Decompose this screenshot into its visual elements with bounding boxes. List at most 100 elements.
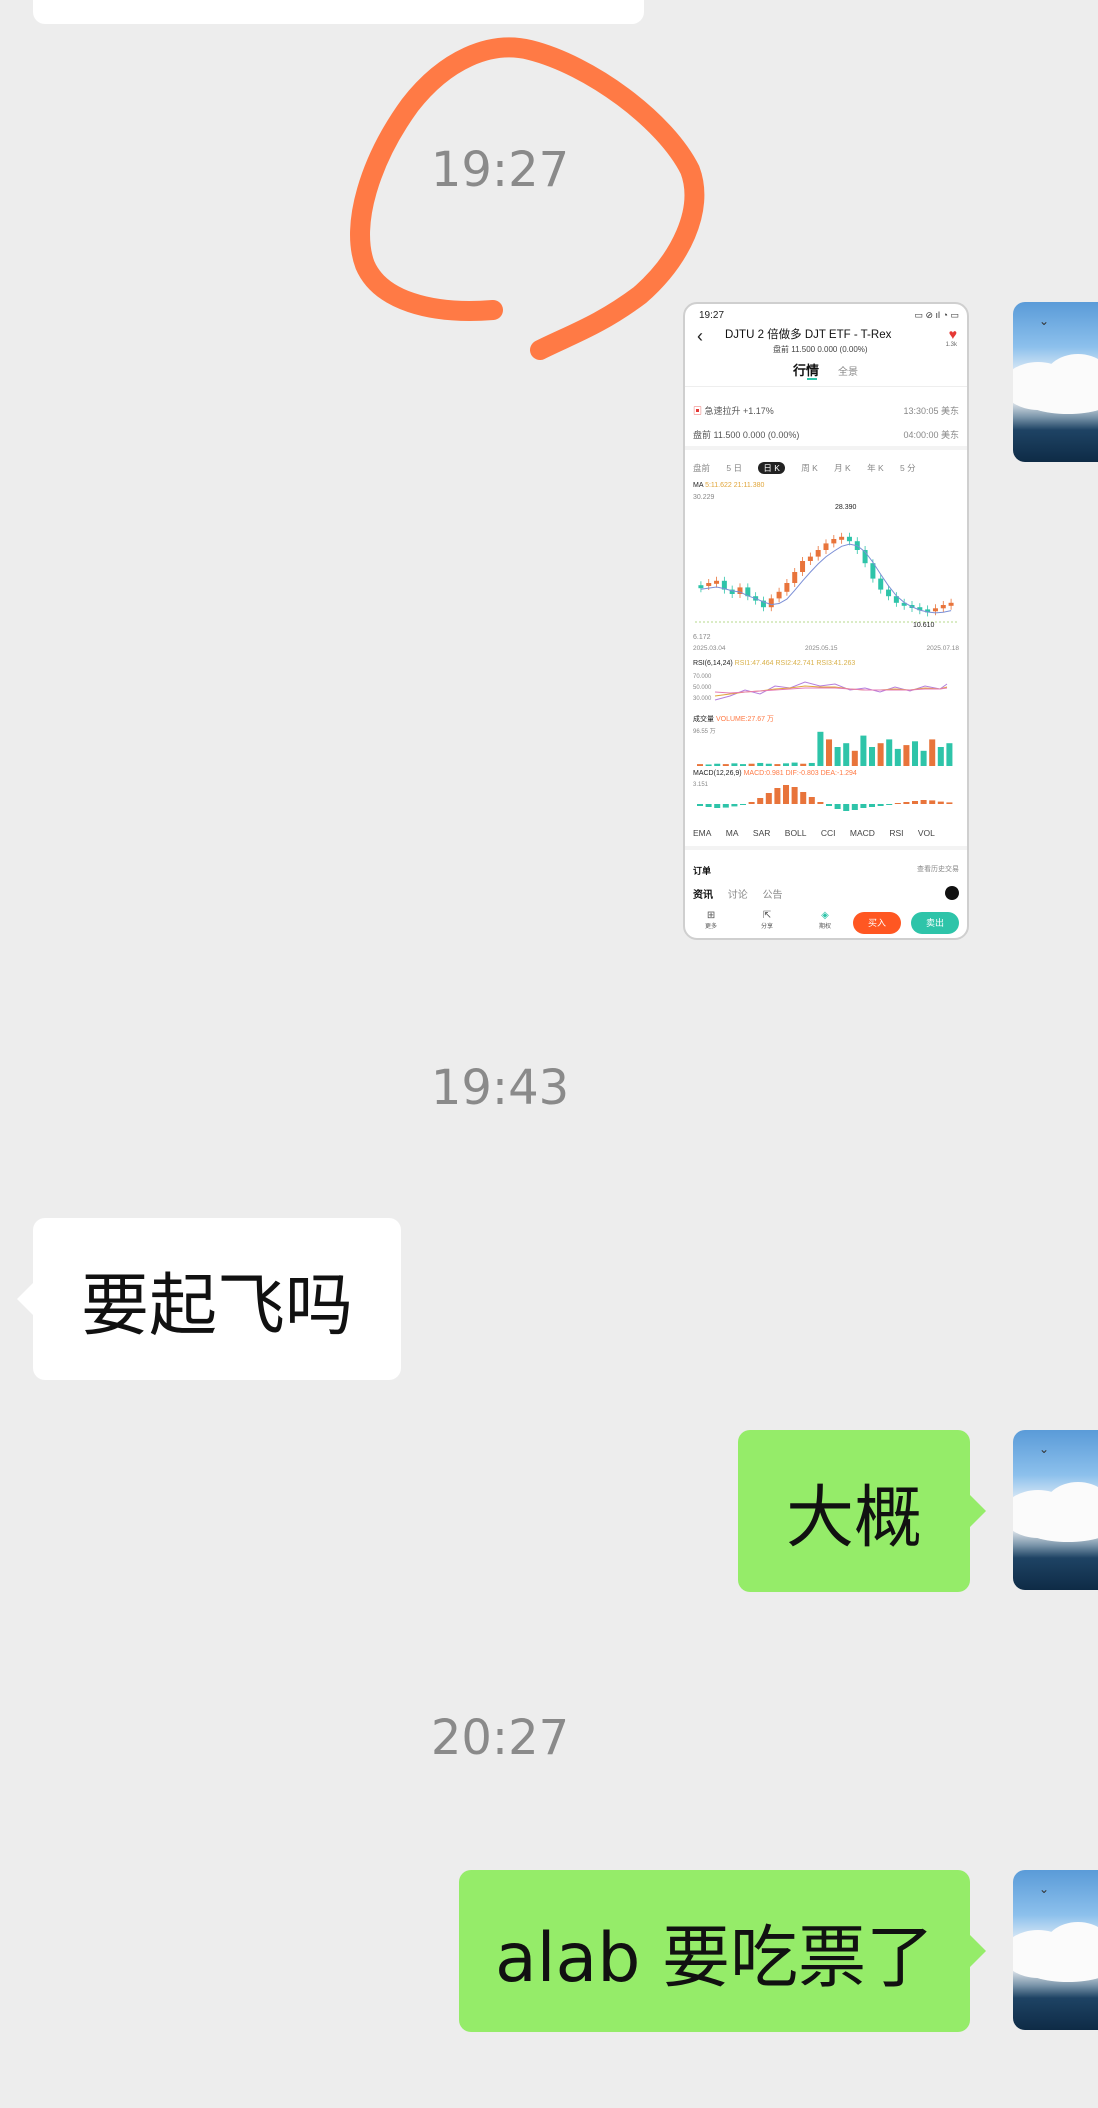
- orders-link[interactable]: 查看历史交易: [917, 864, 959, 874]
- premarket-text: 盘前 11.500 0.000 (0.00%): [693, 430, 800, 440]
- volume-bar: [714, 763, 721, 766]
- indicator-macd[interactable]: MACD: [850, 828, 875, 838]
- y-low-label: 6.172: [693, 634, 711, 641]
- volume-bar: [757, 762, 764, 766]
- volume-bar: [783, 763, 790, 766]
- period-tab-5min[interactable]: 5 分: [900, 463, 916, 473]
- premarket-row: 盘前 11.500 0.000 (0.00%) 04:00:00 美东: [693, 428, 959, 441]
- sell-button[interactable]: 卖出: [911, 912, 959, 934]
- volume-bar: [731, 763, 738, 766]
- heart-icon[interactable]: ♥: [949, 326, 957, 342]
- macd-bar: [946, 802, 953, 804]
- volume-bar: [894, 748, 901, 766]
- tab-news[interactable]: 资讯: [693, 890, 713, 901]
- stock-subtitle: 盘前 11.500 0.000 (0.00%): [773, 345, 868, 354]
- macd-bar: [714, 804, 721, 808]
- macd-bar: [860, 804, 867, 808]
- nav-more-label: 更多: [705, 924, 718, 930]
- candle: [878, 578, 884, 590]
- candle: [776, 591, 782, 599]
- macd-bar: [731, 804, 738, 807]
- message-bubble-incoming[interactable]: 要起飞吗: [17, 1218, 401, 1380]
- fav-count: 1.3k: [945, 342, 957, 348]
- status-bar: 19:27: [699, 310, 725, 321]
- macd-bar: [800, 792, 807, 804]
- period-tab-daily[interactable]: 日 K: [758, 462, 785, 474]
- bird-icon: ⌄: [1039, 314, 1050, 328]
- period-tab-5d[interactable]: 5 日: [726, 463, 742, 473]
- period-tab-monthly[interactable]: 月 K: [834, 463, 851, 473]
- rsi-chart: [714, 681, 948, 701]
- candle: [948, 602, 954, 606]
- volume-bar: [946, 743, 953, 766]
- volume-chart: [697, 731, 953, 766]
- volume-bar: [851, 750, 858, 766]
- message-bubble-outgoing[interactable]: 大概: [738, 1430, 986, 1592]
- avatar[interactable]: ⌄: [1013, 1870, 1098, 2030]
- message-bubble-outgoing[interactable]: alab 要吃票了: [459, 1870, 986, 2032]
- nav-options[interactable]: ◈ 期权: [819, 910, 831, 930]
- candle: [706, 583, 712, 586]
- rsi-row: RSI(6,14,24) RSI1:47.464 RSI2:42.741 RSI…: [693, 660, 959, 667]
- alert-row[interactable]: ▣ 急速拉升 +1.17% 13:30:05 美东: [693, 404, 959, 417]
- candle: [698, 585, 704, 589]
- period-tab-yearly[interactable]: 年 K: [867, 463, 884, 473]
- tab-quote-underline: [807, 378, 817, 380]
- alert-time: 13:30:05 美东: [903, 406, 959, 416]
- period-tab-premarket[interactable]: 盘前: [693, 463, 710, 473]
- ma-row: MA 5:11.622 21:11.380: [693, 482, 959, 489]
- candle: [823, 543, 829, 550]
- volume-bar: [800, 763, 807, 766]
- macd-bar: [912, 801, 919, 804]
- nav-more[interactable]: ⊞ 更多: [705, 910, 717, 930]
- candle: [831, 539, 837, 544]
- indicator-rsi[interactable]: RSI: [889, 828, 903, 838]
- stock-title: DJTU 2 倍做多 DJT ETF - T-Rex: [725, 329, 892, 341]
- tab-announcement[interactable]: 公告: [763, 890, 783, 901]
- stock-screenshot-image[interactable]: 19:27 ▭ ⊘ ıl ◔ ▭ ‹ DJTU 2 倍做多 DJT ETF - …: [683, 302, 969, 940]
- indicator-sar[interactable]: SAR: [753, 828, 770, 838]
- avatar[interactable]: ⌄: [1013, 302, 1098, 462]
- date-start: 2025.03.04: [693, 645, 726, 652]
- nav-share[interactable]: ⇱ 分享: [761, 910, 773, 930]
- indicator-ma[interactable]: MA: [726, 828, 739, 838]
- volume-bar: [791, 762, 798, 766]
- tab-quote[interactable]: 行情: [793, 360, 819, 379]
- bottom-nav: ⊞ 更多 ⇱ 分享 ◈ 期权 买入 卖出: [685, 908, 967, 938]
- alert-text: 急速拉升 +1.17%: [704, 406, 774, 416]
- timestamp: 19:43: [430, 1060, 570, 1116]
- nav-options-label: 期权: [819, 924, 832, 930]
- macd-bar: [757, 798, 764, 804]
- low-label: 10.610: [913, 622, 935, 629]
- volume-bar: [903, 745, 910, 766]
- indicator-vol[interactable]: VOL: [918, 828, 935, 838]
- macd-bar: [834, 804, 841, 809]
- period-tab-weekly[interactable]: 周 K: [801, 463, 818, 473]
- macd-bar: [826, 804, 833, 806]
- candle: [940, 605, 946, 609]
- macd-bar: [929, 800, 936, 804]
- grid-icon: ⊞: [706, 910, 716, 921]
- avatar[interactable]: ⌄: [1013, 1430, 1098, 1590]
- indicator-ema[interactable]: EMA: [693, 828, 711, 838]
- indicator-cci[interactable]: CCI: [821, 828, 836, 838]
- period-tabs: 盘前 5 日 日 K 周 K 月 K 年 K 5 分: [693, 462, 959, 474]
- tab-panorama[interactable]: 全景: [838, 363, 858, 378]
- indicator-boll[interactable]: BOLL: [785, 828, 807, 838]
- macd-bar: [851, 804, 858, 810]
- tab-discussion[interactable]: 讨论: [728, 890, 748, 901]
- volume-bar: [705, 764, 712, 766]
- macd-row: MACD(12,26,9) MACD:0.981 DIF:-0.803 DEA:…: [693, 770, 959, 777]
- back-icon[interactable]: ‹: [697, 326, 703, 347]
- macd-bar: [783, 785, 790, 804]
- divider: [685, 386, 967, 387]
- candle: [792, 572, 798, 583]
- volume-bar: [869, 747, 876, 766]
- macd-bar: [903, 802, 910, 804]
- orders-row[interactable]: 订单 查看历史交易: [693, 864, 959, 877]
- robot-icon[interactable]: [945, 886, 959, 900]
- ma-label: MA: [693, 482, 704, 489]
- volume-bar: [740, 764, 747, 766]
- buy-button[interactable]: 买入: [853, 912, 901, 934]
- rsi-values: RSI1:47.464 RSI2:42.741 RSI3:41.263: [734, 660, 856, 667]
